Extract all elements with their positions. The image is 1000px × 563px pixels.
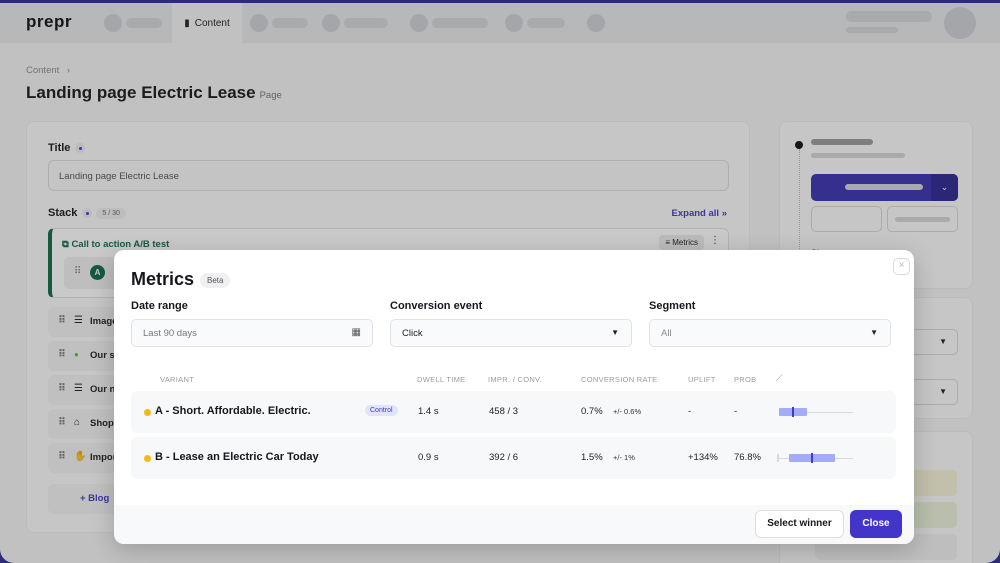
segment-value: All: [661, 328, 672, 339]
dwell-time: 0.9 s: [418, 452, 439, 463]
conversion-margin: +/- 1%: [613, 453, 635, 462]
conversion-rate: 0.7%: [581, 406, 603, 417]
segment-label: Segment: [649, 300, 696, 312]
conversion-margin: +/- 0.6%: [613, 407, 642, 416]
conversion-event-label: Conversion event: [390, 300, 483, 312]
modal-title: Metrics: [131, 269, 195, 289]
box-plot-cap: [777, 454, 779, 462]
conversion-rate: 1.5%: [581, 452, 603, 463]
impr-conv: 392 / 6: [489, 452, 519, 463]
uplift: -: [688, 406, 692, 417]
variant-status-dot: [144, 409, 151, 416]
select-winner-button[interactable]: Select winner: [755, 510, 844, 538]
caret-down-icon: ▼: [870, 328, 878, 337]
conversion-event-select[interactable]: Click ▼: [390, 319, 632, 347]
date-range-value: Last 90 days: [143, 328, 197, 339]
close-button[interactable]: Close: [850, 510, 902, 538]
table-row[interactable]: A - Short. Affordable. Electric. Control…: [131, 391, 896, 433]
column-header-uplift: UPLIFT: [688, 375, 716, 384]
column-header-variant: VARIANT: [160, 375, 195, 384]
variant-status-dot: [144, 455, 151, 462]
table-row[interactable]: B - Lease an Electric Car Today 0.9 s 39…: [131, 437, 896, 479]
date-range-input[interactable]: Last 90 days ▦: [131, 319, 373, 347]
variant-name: A - Short. Affordable. Electric.: [155, 405, 311, 417]
column-header-conversion-rate: CONVERSION RATE: [581, 375, 658, 384]
uplift: +134%: [688, 452, 718, 463]
box-plot-median: [792, 407, 794, 417]
distribution-box-plot: [777, 407, 853, 417]
dwell-time: 1.4 s: [418, 406, 439, 417]
probability: -: [734, 406, 738, 417]
box-plot-median: [811, 453, 813, 463]
beta-badge: Beta: [200, 273, 231, 288]
column-header-prob: PROB: [734, 375, 757, 384]
distribution-box-plot: [777, 453, 853, 463]
calendar-icon: ▦: [351, 327, 361, 338]
control-badge: Control: [365, 405, 398, 416]
close-icon[interactable]: ×: [893, 258, 910, 275]
caret-down-icon: ▼: [611, 328, 619, 337]
variant-name: B - Lease an Electric Car Today: [155, 451, 319, 463]
column-header-dwell-time: DWELL TIME: [417, 375, 466, 384]
segment-select[interactable]: All ▼: [649, 319, 891, 347]
impr-conv: 458 / 3: [489, 406, 519, 417]
column-header-impr-conv: IMPR. / CONV.: [488, 375, 543, 384]
date-range-label: Date range: [131, 300, 188, 312]
probability: 76.8%: [734, 452, 761, 463]
chart-icon: ⟋: [776, 373, 783, 383]
conversion-event-value: Click: [402, 328, 423, 339]
metrics-modal: Metrics Beta × Date range Last 90 days ▦…: [114, 250, 914, 544]
